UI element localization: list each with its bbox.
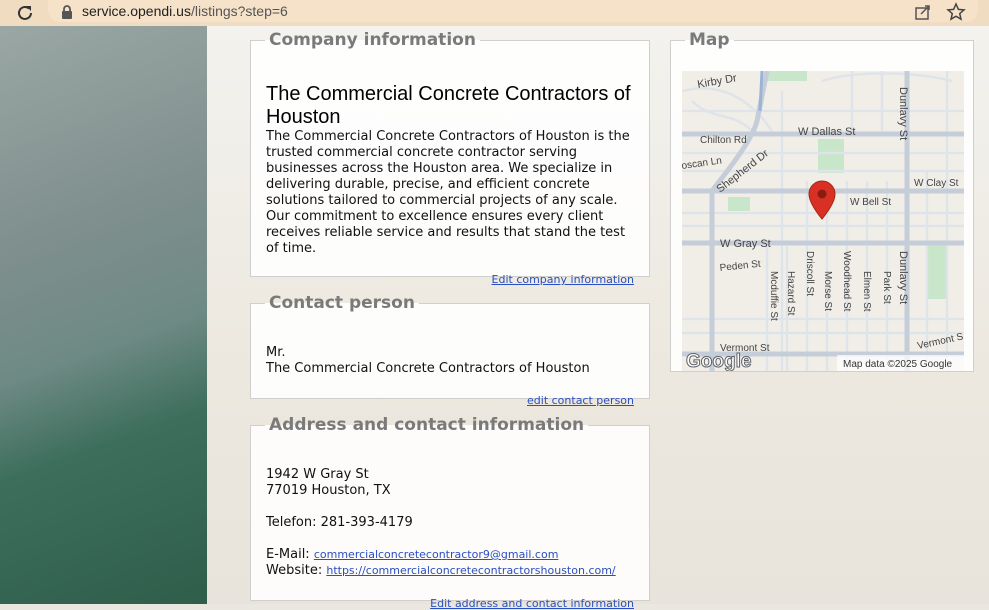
map-panel: Map Kirby Dr W Dallas St Chilton Rd Dunl… — [670, 30, 974, 372]
park-area — [767, 71, 807, 81]
street-label: Morse St — [822, 271, 833, 311]
browser-toolbar: service.opendi.us/listings?step=6 — [0, 0, 989, 26]
street-label: Dunlavy St — [897, 87, 909, 140]
address-street: 1942 W Gray St — [266, 467, 369, 482]
company-title: The Commercial Concrete Contractors of H… — [266, 83, 631, 128]
website-label: Website: — [266, 563, 323, 578]
phone-value: 281-393-4179 — [320, 515, 413, 530]
reload-icon[interactable] — [14, 2, 36, 24]
address-contact-panel: Address and contact information 1942 W G… — [250, 415, 650, 610]
contact-person-legend: Contact person — [269, 293, 415, 313]
street-label: Park St — [881, 271, 892, 304]
street-label: W Gray St — [720, 238, 771, 250]
url-path: /listings?step=6 — [190, 3, 288, 19]
email-link[interactable]: commercialconcretecontractor9@gmail.com — [314, 548, 559, 561]
address-contact-legend: Address and contact information — [269, 415, 585, 435]
email-line: E-Mail: commercialconcretecontractor9@gm… — [266, 547, 634, 563]
map-canvas: Kirby Dr W Dallas St Chilton Rd Dunlavy … — [682, 71, 964, 371]
map-view[interactable]: Kirby Dr W Dallas St Chilton Rd Dunlavy … — [682, 71, 964, 371]
contact-person-panel: Contact person Mr. The Commercial Concre… — [250, 293, 650, 407]
lock-icon[interactable] — [60, 4, 74, 20]
email-label: E-Mail: — [266, 547, 310, 562]
street-label: W Dallas St — [798, 126, 855, 138]
street-label: Elmen St — [861, 271, 872, 312]
address-city: 77019 Houston, TX — [266, 483, 391, 498]
url-text[interactable]: service.opendi.us/listings?step=6 — [82, 3, 288, 19]
company-information-legend: Company information — [269, 30, 476, 50]
share-icon[interactable] — [914, 3, 932, 21]
park-area — [728, 197, 750, 211]
bookmark-star-icon[interactable] — [946, 2, 966, 22]
contact-salutation: Mr. — [266, 345, 286, 360]
company-information-panel: Company information The Commercial Concr… — [250, 30, 650, 286]
street-label: Driscoll St — [804, 251, 815, 296]
phone-line: Telefon: 281-393-4179 — [266, 515, 634, 531]
street-label: W Clay St — [914, 178, 959, 189]
edit-company-information-link[interactable]: Edit company information — [492, 273, 634, 286]
url-host: service.opendi.us — [82, 3, 191, 19]
street-label: Mcduffie St — [768, 271, 779, 321]
edit-contact-person-link[interactable]: edit contact person — [527, 394, 634, 407]
phone-label: Telefon: — [266, 515, 317, 530]
street-label: Woodhead St — [841, 251, 852, 312]
website-line: Website: https://commercialconcretecontr… — [266, 563, 634, 579]
street-label: W Bell St — [850, 197, 891, 208]
contact-name: The Commercial Concrete Contractors of H… — [266, 361, 590, 376]
park-area — [818, 139, 844, 173]
google-logo: Google — [686, 351, 751, 371]
street-label: Hazard St — [785, 271, 796, 316]
map-legend: Map — [689, 30, 730, 50]
background-photo-left — [0, 26, 207, 604]
website-link[interactable]: https://commercialconcretecontractorshou… — [326, 564, 615, 577]
street-label: Dunlavy St — [897, 251, 909, 304]
street-label: Chilton Rd — [700, 135, 747, 146]
map-attribution: Map data ©2025 Google — [843, 359, 953, 370]
company-description: The Commercial Concrete Contractors of H… — [266, 129, 630, 256]
park-area — [927, 243, 947, 299]
